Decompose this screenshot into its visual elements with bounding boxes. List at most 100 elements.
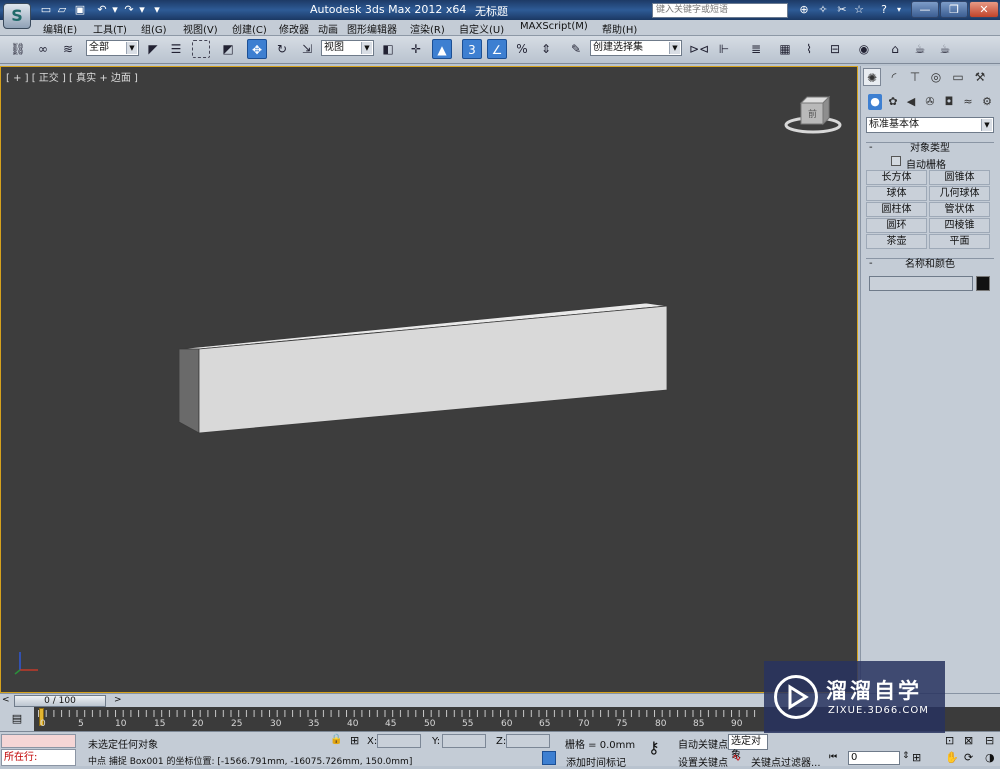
favorites-star-icon[interactable]: ☆: [851, 2, 867, 18]
box-button[interactable]: 长方体: [866, 170, 927, 185]
material-editor-icon[interactable]: ◉: [854, 39, 874, 59]
align-icon[interactable]: ⊩: [714, 39, 734, 59]
prev-frame-chevron-left-icon[interactable]: <: [2, 695, 10, 705]
mirror-icon[interactable]: ⊳⊲: [689, 39, 709, 59]
select-object-icon[interactable]: ◤: [143, 39, 163, 59]
curve-editor-icon[interactable]: ⌇: [799, 39, 819, 59]
set-key-button[interactable]: 设置关键点: [678, 754, 728, 769]
select-and-move-icon[interactable]: ✥: [247, 39, 267, 59]
undo-icon[interactable]: ↶: [95, 3, 109, 16]
motion-tab-icon[interactable]: ◎: [927, 68, 945, 86]
cone-button[interactable]: 圆锥体: [929, 170, 990, 185]
select-by-name-icon[interactable]: ☰: [166, 39, 186, 59]
y-coordinate-field[interactable]: [442, 734, 486, 748]
selection-filter-dropdown[interactable]: 全部 ▼: [86, 40, 139, 56]
utilities-tab-icon[interactable]: ⚒: [971, 68, 989, 86]
undo-dropdown-icon[interactable]: ▾: [108, 3, 122, 16]
menu-view[interactable]: 视图(V): [183, 21, 218, 36]
systems-icon[interactable]: ⚙: [980, 94, 994, 110]
x-coordinate-field[interactable]: [377, 734, 421, 748]
render-production-icon[interactable]: ☕: [935, 39, 955, 59]
set-key-key-icon[interactable]: ⚷: [648, 738, 660, 757]
add-time-tag[interactable]: 添加时间标记: [566, 754, 626, 769]
new-file-icon[interactable]: ▭: [39, 3, 53, 16]
redo-icon[interactable]: ↷: [122, 3, 136, 16]
menu-create[interactable]: 创建(C): [232, 21, 267, 36]
next-frame-chevron-right-icon[interactable]: >: [114, 695, 122, 705]
time-config-icon[interactable]: ⊞: [912, 751, 921, 764]
viewcube[interactable]: 前: [781, 91, 845, 135]
select-and-manipulate-icon[interactable]: ✛: [406, 39, 426, 59]
search-input[interactable]: 键入关键字或短语: [652, 3, 788, 18]
cylinder-button[interactable]: 圆柱体: [866, 202, 927, 217]
pan-hand-icon[interactable]: ✋: [945, 751, 959, 764]
shapes-icon[interactable]: ✿: [886, 94, 900, 110]
helpers-icon[interactable]: ◘: [942, 94, 956, 110]
unlink-icon[interactable]: ∞: [33, 39, 53, 59]
reference-coordinate-dropdown[interactable]: 视图 ▼: [321, 40, 374, 56]
hierarchy-tab-icon[interactable]: ⊤: [906, 68, 924, 86]
redo-dropdown-icon[interactable]: ▾: [135, 3, 149, 16]
bind-space-warp-icon[interactable]: ≋: [58, 39, 78, 59]
orbit-icon[interactable]: ⟳: [964, 751, 973, 764]
sphere-button[interactable]: 球体: [866, 186, 927, 201]
menu-tools[interactable]: 工具(T): [93, 21, 127, 36]
close-button[interactable]: ✕: [969, 1, 999, 18]
spinner-snap-icon[interactable]: ⇕: [536, 39, 556, 59]
maxscript-mini-listener[interactable]: 所在行:: [1, 749, 76, 766]
render-setup-icon[interactable]: ⌂: [885, 39, 905, 59]
geosphere-button[interactable]: 几何球体: [929, 186, 990, 201]
zoom-extents-icon[interactable]: ⊡: [945, 734, 954, 747]
lights-icon[interactable]: ◀: [904, 94, 918, 110]
name-and-color-rollout-header[interactable]: - 名称和颜色: [866, 258, 994, 270]
go-to-start-icon[interactable]: ⏮: [829, 752, 837, 762]
named-selection-dropdown[interactable]: 创建选择集 ▼: [590, 40, 682, 56]
menu-modifiers[interactable]: 修改器: [279, 21, 309, 36]
teapot-button[interactable]: 茶壶: [866, 234, 927, 249]
menu-edit[interactable]: 编辑(E): [43, 21, 77, 36]
time-slider-thumb[interactable]: 0 / 100: [14, 695, 106, 707]
communication-center-icon[interactable]: ✧: [815, 2, 831, 18]
frame-spinner-icon[interactable]: ⇕: [902, 751, 910, 761]
edit-named-selection-icon[interactable]: ✎: [566, 39, 586, 59]
menu-rendering[interactable]: 渲染(R): [410, 21, 445, 36]
object-name-field[interactable]: [869, 276, 973, 291]
curve-editor-mini-icon[interactable]: ▤: [0, 707, 34, 731]
menu-help[interactable]: 帮助(H): [602, 21, 637, 36]
select-and-scale-icon[interactable]: ⇲: [297, 39, 317, 59]
tube-button[interactable]: 管状体: [929, 202, 990, 217]
box001-object[interactable]: [171, 297, 671, 437]
angle-snap-icon[interactable]: ∠: [487, 39, 507, 59]
current-frame-field[interactable]: 0: [848, 751, 900, 765]
perspective-viewport[interactable]: [ + ] [ 正交 ] [ 真实 + 边面 ] 前: [0, 66, 858, 693]
modify-tab-icon[interactable]: ◜: [885, 68, 903, 86]
help-icon[interactable]: ?: [876, 2, 892, 18]
app-menu-logo-icon[interactable]: S: [3, 3, 31, 29]
pyramid-button[interactable]: 四棱锥: [929, 218, 990, 233]
display-tab-icon[interactable]: ▭: [949, 68, 967, 86]
object-color-swatch[interactable]: [976, 276, 990, 291]
create-tab-sun-icon[interactable]: ✺: [863, 68, 881, 86]
snaps-toggle-icon[interactable]: 3: [462, 39, 482, 59]
menu-animation[interactable]: 动画: [318, 21, 338, 36]
binoculars-icon[interactable]: ⊕: [796, 2, 812, 18]
minimize-button[interactable]: —: [911, 1, 939, 18]
geometry-sphere-icon[interactable]: ●: [868, 94, 882, 110]
z-coordinate-field[interactable]: [506, 734, 550, 748]
maximize-viewport-icon[interactable]: ⊟: [985, 734, 994, 747]
schematic-view-icon[interactable]: ⊟: [825, 39, 845, 59]
plane-button[interactable]: 平面: [929, 234, 990, 249]
cameras-icon[interactable]: ✇: [923, 94, 937, 110]
auto-key-dropdown[interactable]: 选定对象: [728, 734, 768, 761]
time-tag-icon[interactable]: [542, 751, 556, 765]
percent-snap-icon[interactable]: %: [512, 39, 532, 59]
help-dropdown-icon[interactable]: ▾: [891, 2, 907, 18]
maxscript-listener-field[interactable]: [1, 734, 76, 748]
select-and-rotate-icon[interactable]: ↻: [272, 39, 292, 59]
link-icon[interactable]: ⛓: [8, 39, 28, 59]
restore-button[interactable]: ❐: [940, 1, 968, 18]
autogrid-checkbox[interactable]: [891, 156, 901, 166]
key-filters-button[interactable]: 关键点过滤器...: [751, 754, 821, 769]
open-file-icon[interactable]: ▱: [55, 3, 69, 16]
layer-manager-icon[interactable]: ≣: [746, 39, 766, 59]
